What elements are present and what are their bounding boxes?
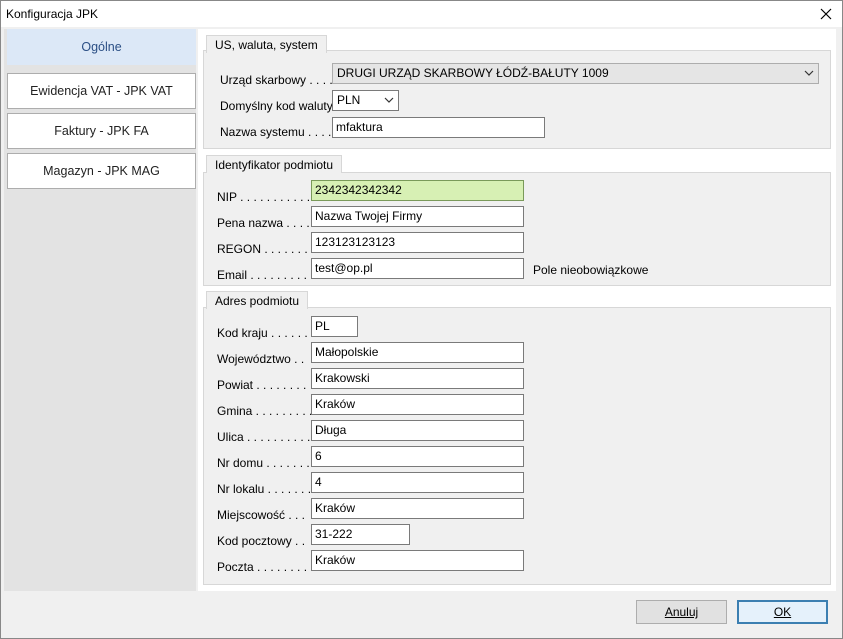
street-label: Ulica . . . . . . . . . . (217, 430, 311, 444)
currency-label: Domyślny kod waluty (220, 99, 333, 113)
optional-note: Pole nieobowiązkowe (533, 263, 649, 277)
sidebar-item-label: Ogólne (81, 40, 122, 54)
flat-number-label: Nr lokalu . . . . . . . (217, 482, 312, 496)
nip-label: NIP . . . . . . . . . . . (217, 190, 311, 204)
chevron-down-icon (804, 70, 814, 76)
nip-input[interactable]: 2342342342342 (311, 180, 524, 201)
window-title: Konfiguracja JPK (6, 7, 99, 21)
group-addr-title: Adres podmiotu (206, 291, 309, 309)
voivodeship-label: Województwo . . (217, 352, 305, 366)
house-number-input[interactable]: 6 (311, 446, 524, 467)
close-button[interactable] (816, 4, 836, 24)
country-input[interactable]: PL (311, 316, 358, 337)
chevron-down-icon (384, 97, 394, 103)
sidebar-item-label: Ewidencja VAT - JPK VAT (30, 84, 173, 98)
email-input[interactable]: test@op.pl (311, 258, 524, 279)
county-label: Powiat . . . . . . . . (217, 378, 307, 392)
cancel-button[interactable]: Anuluj (636, 600, 727, 624)
sidebar-item-vat[interactable]: Ewidencja VAT - JPK VAT (7, 73, 196, 109)
city-label: Miejscowość . . . (217, 508, 306, 522)
city-input[interactable]: Kraków (311, 498, 524, 519)
postcode-input[interactable]: 31-222 (311, 524, 410, 545)
commune-input[interactable]: Kraków (311, 394, 524, 415)
dialog-window: Konfiguracja JPK Ogólne Ewidencja VAT - … (0, 0, 843, 639)
ok-button[interactable]: OK (737, 600, 828, 624)
system-name-input[interactable]: mfaktura (332, 117, 545, 138)
email-label: Email . . . . . . . . . (217, 268, 308, 282)
title-bar: Konfiguracja JPK (1, 1, 842, 27)
office-value: DRUGI URZĄD SKARBOWY ŁÓDŹ-BAŁUTY 1009 (337, 66, 609, 80)
post-office-label: Poczta . . . . . . . . (217, 560, 308, 574)
group-us-title: US, waluta, system (206, 35, 327, 53)
group-id-title: Identyfikator podmiotu (206, 155, 343, 173)
ok-button-label: OK (773, 605, 792, 619)
sidebar: Ogólne Ewidencja VAT - JPK VAT Faktury -… (4, 29, 196, 591)
regon-input[interactable]: 123123123123 (311, 232, 524, 253)
currency-value: PLN (337, 93, 361, 107)
postcode-label: Kod pocztowy . . (217, 534, 306, 548)
street-input[interactable]: Długa (311, 420, 524, 441)
content-panel: US, waluta, system Urząd skarbowy . . . … (198, 29, 836, 591)
close-icon (820, 8, 832, 20)
country-label: Kod kraju . . . . . . (217, 326, 308, 340)
currency-select[interactable]: PLN (332, 90, 399, 111)
sidebar-item-general[interactable]: Ogólne (7, 29, 196, 65)
regon-label: REGON . . . . . . . (217, 242, 308, 256)
system-label: Nazwa systemu . . . . (220, 125, 332, 139)
sidebar-item-label: Faktury - JPK FA (54, 124, 149, 138)
office-select[interactable]: DRUGI URZĄD SKARBOWY ŁÓDŹ-BAŁUTY 1009 (332, 63, 819, 84)
flat-number-input[interactable]: 4 (311, 472, 524, 493)
post-office-input[interactable]: Kraków (311, 550, 524, 571)
name-input[interactable]: Nazwa Twojej Firmy (311, 206, 524, 227)
sidebar-item-invoices[interactable]: Faktury - JPK FA (7, 113, 196, 149)
house-number-label: Nr domu . . . . . . . (217, 456, 310, 470)
cancel-button-label: Anuluj (664, 605, 699, 619)
county-input[interactable]: Krakowski (311, 368, 524, 389)
name-label: Pena nazwa . . . . (217, 216, 310, 230)
sidebar-item-label: Magazyn - JPK MAG (43, 164, 160, 178)
office-label: Urząd skarbowy . . . . (220, 73, 333, 87)
voivodeship-input[interactable]: Małopolskie (311, 342, 524, 363)
commune-label: Gmina . . . . . . . . . (217, 404, 313, 418)
sidebar-item-warehouse[interactable]: Magazyn - JPK MAG (7, 153, 196, 189)
